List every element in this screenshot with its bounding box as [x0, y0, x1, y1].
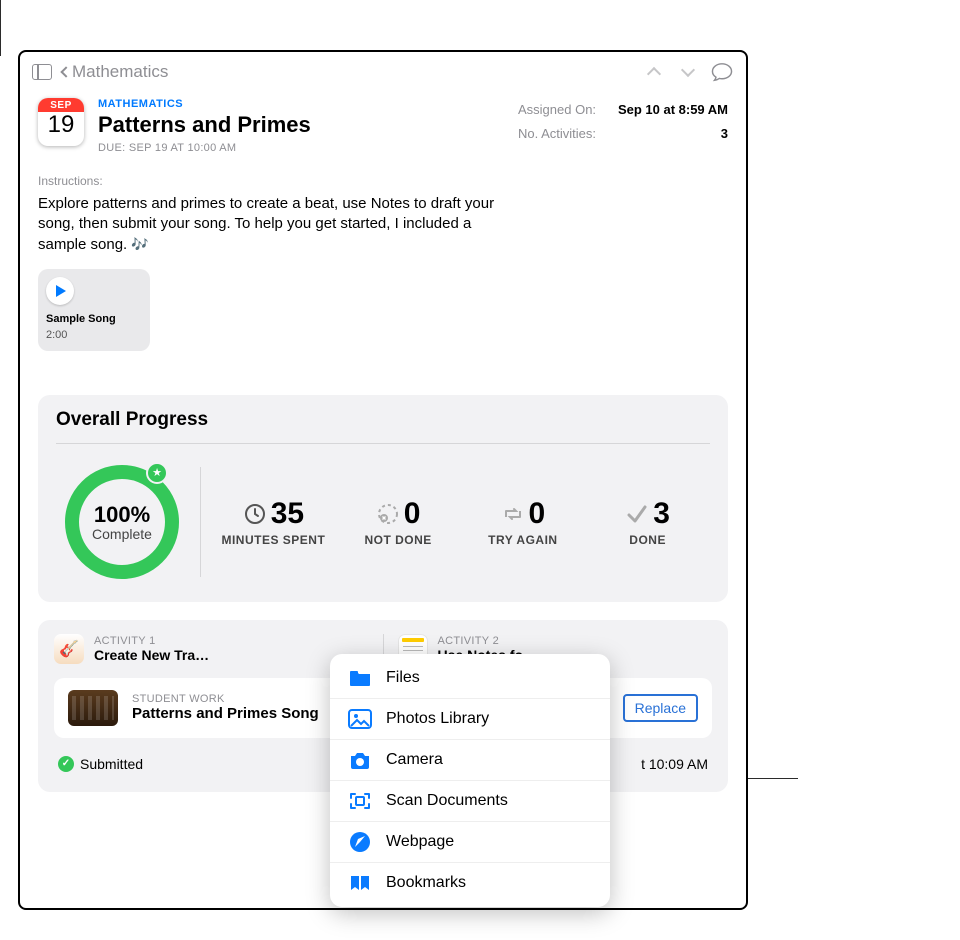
back-button[interactable]: Mathematics: [62, 62, 168, 82]
activity-item[interactable]: 🎸 ACTIVITY 1 Create New Tra…: [54, 634, 369, 664]
bookmark-icon: [348, 873, 372, 893]
chevron-down-icon: [681, 63, 695, 77]
assigned-on-label: Assigned On:: [518, 98, 596, 122]
x-circle-icon: [376, 502, 400, 526]
work-thumbnail: [68, 690, 118, 726]
stat-value: 35: [271, 497, 304, 531]
media-duration: 2:00: [46, 329, 142, 341]
activities-count-label: No. Activities:: [518, 122, 596, 146]
sidebar-toggle-icon[interactable]: [32, 64, 52, 80]
garageband-icon: 🎸: [54, 634, 84, 664]
calendar-icon: SEP 19: [38, 98, 84, 146]
check-icon: [625, 502, 649, 526]
category-label: MATHEMATICS: [98, 98, 311, 110]
photo-icon: [348, 709, 372, 729]
progress-title: Overall Progress: [56, 409, 710, 431]
music-notes-icon: 🎶: [131, 236, 148, 252]
progress-ring: ★ 100% Complete: [62, 462, 182, 582]
assigned-on-value: Sep 10 at 8:59 AM: [618, 98, 728, 122]
stat-label: NOT DONE: [364, 533, 431, 547]
instructions-label: Instructions:: [38, 174, 728, 188]
activity-title: Create New Tra…: [94, 647, 209, 663]
menu-label: Bookmarks: [386, 874, 466, 892]
scan-icon: [348, 791, 372, 811]
redo-icon: [501, 502, 525, 526]
callout-line-top: [0, 0, 1, 56]
media-title: Sample Song: [46, 313, 142, 325]
menu-item-camera[interactable]: Camera: [330, 739, 610, 780]
play-icon: [56, 285, 66, 297]
status-time-prefix: t: [641, 756, 645, 772]
menu-label: Scan Documents: [386, 792, 508, 810]
stat-done: 3 DONE: [585, 497, 710, 547]
stat-value: 0: [529, 497, 546, 531]
menu-item-webpage[interactable]: Webpage: [330, 821, 610, 862]
status-time: t 10:09 AM: [641, 756, 708, 772]
camera-icon: [348, 750, 372, 770]
student-work-title: Patterns and Primes Song: [132, 705, 319, 722]
sample-song-card[interactable]: Sample Song 2:00: [38, 269, 150, 351]
stat-value: 3: [653, 497, 670, 531]
toolbar: Mathematics: [20, 52, 746, 92]
progress-sub: Complete: [92, 526, 152, 542]
stat-label: TRY AGAIN: [488, 533, 557, 547]
instructions-body: Explore patterns and primes to create a …: [38, 195, 494, 253]
activity-label: ACTIVITY 1: [94, 635, 209, 647]
overall-progress-card: Overall Progress ★ 100% Complete: [38, 395, 728, 602]
student-work-label: STUDENT WORK: [132, 693, 319, 705]
stat-label: DONE: [629, 533, 666, 547]
replace-button[interactable]: Replace: [623, 694, 698, 722]
activity-label: ACTIVITY 2: [438, 635, 524, 647]
menu-item-files[interactable]: Files: [330, 658, 610, 698]
next-button[interactable]: [676, 60, 700, 84]
chat-bubble-icon: [711, 62, 733, 82]
folder-icon: [348, 668, 372, 688]
vertical-divider: [200, 467, 201, 577]
play-button[interactable]: [46, 277, 74, 305]
menu-item-photos[interactable]: Photos Library: [330, 698, 610, 739]
assignment-header: SEP 19 MATHEMATICS Patterns and Primes D…: [38, 92, 728, 154]
menu-item-scan[interactable]: Scan Documents: [330, 780, 610, 821]
menu-label: Camera: [386, 751, 443, 769]
stat-minutes-spent: 35 MINUTES SPENT: [211, 497, 336, 547]
status-time-value: 10:09 AM: [649, 756, 708, 772]
menu-label: Files: [386, 669, 420, 687]
submitted-check-icon: ✓: [58, 756, 74, 772]
stat-not-done: 0 NOT DONE: [336, 497, 461, 547]
calendar-day: 19: [48, 111, 75, 139]
activities-count-value: 3: [721, 122, 728, 146]
menu-label: Photos Library: [386, 710, 489, 728]
menu-label: Webpage: [386, 833, 454, 851]
instructions-text: Explore patterns and primes to create a …: [38, 194, 508, 255]
due-label: DUE: SEP 19 AT 10:00 AM: [98, 142, 311, 154]
assignment-title: Patterns and Primes: [98, 112, 311, 138]
stat-value: 0: [404, 497, 421, 531]
safari-icon: [348, 832, 372, 852]
divider: [56, 443, 710, 444]
clock-icon: [243, 502, 267, 526]
attach-source-menu: Files Photos Library Camera Scan Documen…: [330, 654, 610, 907]
calendar-month: SEP: [38, 98, 84, 112]
prev-button[interactable]: [642, 60, 666, 84]
progress-percent: 100%: [94, 502, 150, 528]
stat-label: MINUTES SPENT: [221, 533, 325, 547]
status-text: Submitted: [80, 756, 143, 772]
stat-try-again: 0 TRY AGAIN: [461, 497, 586, 547]
meta-block: Assigned On: Sep 10 at 8:59 AM No. Activ…: [518, 98, 728, 154]
back-label: Mathematics: [72, 62, 168, 82]
menu-item-bookmarks[interactable]: Bookmarks: [330, 862, 610, 903]
chevron-up-icon: [647, 67, 661, 81]
chevron-left-icon: [60, 66, 71, 77]
messages-button[interactable]: [710, 60, 734, 84]
